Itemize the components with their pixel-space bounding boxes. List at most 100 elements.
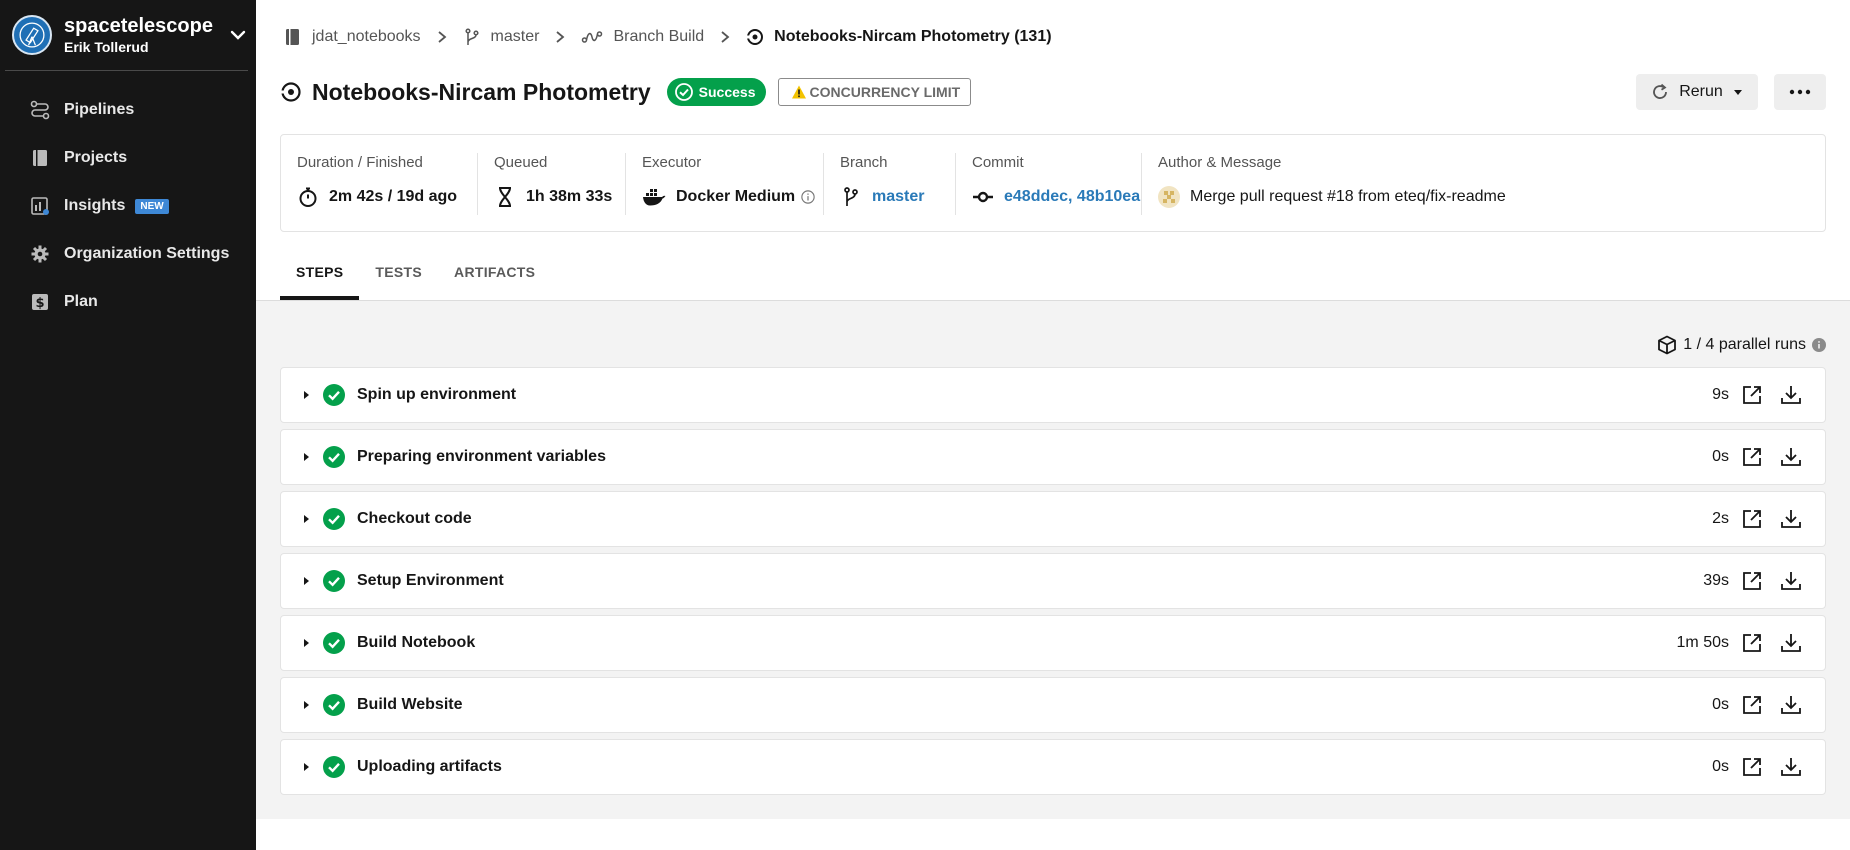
status-badge: Success [666,78,766,106]
dollar-icon: $ [32,294,48,311]
caret-right-icon[interactable] [301,514,311,524]
success-check-icon [323,508,345,530]
page-title: Notebooks-Nircam Photometry [312,78,651,105]
author-avatar [1158,186,1180,208]
breadcrumb-job-label: Notebooks-Nircam Photometry (131) [774,28,1052,45]
pipelines-icon [30,100,50,120]
commit-link[interactable]: e48ddec, 48b10ea [1004,188,1140,206]
breadcrumb-branch[interactable]: master [463,28,540,46]
step-row[interactable]: Build Website 0s [280,677,1826,733]
org-switcher[interactable]: spacetelescope Erik Tollerud [12,12,248,58]
tab-tests[interactable]: TESTS [359,258,438,300]
commit-message[interactable]: Merge pull request #18 from eteq/fix-rea… [1190,188,1506,206]
download-icon[interactable] [1779,693,1803,717]
step-duration: 9s [1712,386,1729,403]
sidebar-item-label: Insights [64,197,126,214]
docker-icon [643,189,666,206]
info-icon[interactable] [801,190,815,204]
download-icon[interactable] [1779,507,1803,531]
parallel-runs-label: 1 / 4 parallel runs [1683,336,1806,353]
step-duration: 0s [1712,696,1729,713]
pipeline-icon [582,31,603,43]
job-icon [746,29,764,45]
step-name: Preparing environment variables [357,448,606,465]
info-label: Queued [494,154,548,171]
success-check-icon [323,570,345,592]
step-row[interactable]: Preparing environment variables 0s [280,429,1826,485]
caret-right-icon[interactable] [301,638,311,648]
gear-icon [31,245,49,263]
breadcrumb-branch-label: master [490,28,540,45]
caret-right-icon[interactable] [301,762,311,772]
sidebar-item-pipelines[interactable]: Pipelines [0,86,256,134]
download-icon[interactable] [1779,755,1803,779]
step-name: Build Website [357,696,463,713]
step-duration: 2s [1712,510,1729,527]
more-dots-icon [1789,89,1811,95]
job-tabs: STEPS TESTS ARTIFACTS [280,258,551,300]
job-icon [280,82,301,102]
step-row[interactable]: Uploading artifacts 0s [280,739,1826,795]
caret-right-icon[interactable] [301,390,311,400]
info-branch: Branch master [823,153,924,215]
concurrency-limit-badge[interactable]: CONCURRENCY LIMIT [777,78,972,106]
stopwatch-icon [299,187,317,207]
external-link-icon[interactable] [1741,446,1763,468]
info-icon[interactable] [1812,338,1826,352]
caret-right-icon[interactable] [301,452,311,462]
external-link-icon[interactable] [1741,632,1763,654]
external-link-icon[interactable] [1741,384,1763,406]
external-link-icon[interactable] [1741,756,1763,778]
step-row[interactable]: Checkout code 2s [280,491,1826,547]
step-name: Build Notebook [357,634,476,651]
download-icon[interactable] [1779,631,1803,655]
steps-panel: 1 / 4 parallel runs Spin up environment … [256,301,1850,819]
book-icon [286,29,299,45]
branch-icon [464,28,479,45]
step-duration: 0s [1712,448,1729,465]
info-label: Author & Message [1158,154,1282,171]
step-row[interactable]: Spin up environment 9s [280,367,1826,423]
breadcrumb-project[interactable]: jdat_notebooks [284,28,421,46]
success-check-icon [323,694,345,716]
rerun-button[interactable]: Rerun [1636,74,1758,110]
hourglass-icon [499,187,511,207]
job-details-card: Duration / Finished 2m 42s / 19d ago Que… [280,134,1826,232]
step-duration: 1m 50s [1676,634,1729,651]
caret-right-icon[interactable] [301,700,311,710]
download-icon[interactable] [1779,569,1803,593]
step-name: Setup Environment [357,572,504,589]
rerun-label: Rerun [1679,83,1723,100]
sidebar-item-label: Organization Settings [64,245,230,262]
tab-steps[interactable]: STEPS [280,258,360,300]
external-link-icon[interactable] [1741,570,1763,592]
caret-down-icon [1733,90,1742,95]
step-name: Spin up environment [357,386,517,403]
info-duration: Duration / Finished 2m 42s / 19d ago [281,153,457,215]
download-icon[interactable] [1779,383,1803,407]
branch-link[interactable]: master [872,188,924,206]
sidebar-item-plan[interactable]: $ Plan [0,278,256,326]
step-row[interactable]: Setup Environment 39s [280,553,1826,609]
parallel-runs[interactable]: 1 / 4 parallel runs [1657,333,1826,357]
sidebar-item-label: Plan [64,293,98,310]
more-actions-button[interactable] [1774,74,1826,110]
caret-right-icon[interactable] [301,576,311,586]
chevron-right-icon [437,31,446,43]
sidebar-item-organization-settings[interactable]: Organization Settings [0,230,256,278]
warning-icon [791,85,806,99]
step-row[interactable]: Build Notebook 1m 50s [280,615,1826,671]
download-icon[interactable] [1779,445,1803,469]
sidebar-item-label: Projects [64,149,128,166]
chevron-down-icon[interactable] [228,25,248,45]
external-link-icon[interactable] [1741,508,1763,530]
sidebar-item-insights[interactable]: Insights NEW [0,182,256,230]
telescope-logo-icon [19,22,45,48]
sidebar-item-projects[interactable]: Projects [0,134,256,182]
external-link-icon[interactable] [1741,694,1763,716]
sidebar-item-label: Pipelines [64,101,135,118]
breadcrumb-pipeline[interactable]: Branch Build [581,28,704,46]
success-check-icon [323,446,345,468]
success-check-icon [323,384,345,406]
tab-artifacts[interactable]: ARTIFACTS [438,258,551,300]
